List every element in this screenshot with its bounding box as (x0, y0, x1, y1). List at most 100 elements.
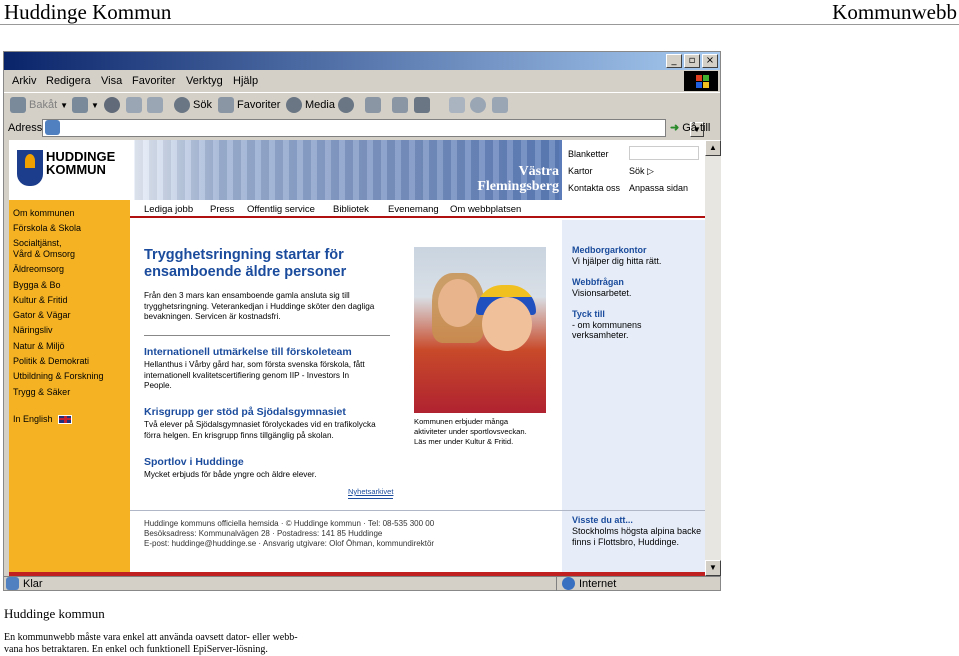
news-title-2[interactable]: Krisgrupp ger stöd på Sjödalsgymnasiet (144, 406, 346, 418)
topnav-lediga-jobb[interactable]: Lediga jobb (144, 204, 193, 215)
search-label: Sök (193, 99, 212, 111)
home-icon[interactable] (147, 97, 163, 113)
site-logo[interactable]: HUDDINGE KOMMUN (9, 140, 134, 200)
search-site-button[interactable]: Sök ▷ (629, 166, 654, 177)
favorites-label: Favoriter (237, 99, 281, 111)
windows-logo-icon (684, 71, 718, 91)
logo-line-2: KOMMUN (46, 162, 106, 177)
visste-line-2: finns i Flottsbro, Huddinge. (572, 537, 680, 547)
nav-aldreomsorg[interactable]: Äldreomsorg (13, 264, 64, 274)
media-button[interactable]: Media (286, 97, 335, 113)
link-anpassa[interactable]: Anpassa sidan (629, 183, 688, 193)
internet-globe-icon (562, 577, 575, 590)
discuss-icon[interactable] (449, 97, 465, 113)
topnav-bibliotek[interactable]: Bibliotek (333, 204, 369, 215)
back-arrow-icon (10, 97, 26, 113)
topnav-press[interactable]: Press (210, 204, 234, 215)
medborgarkontor-link[interactable]: Medborgarkontor (572, 245, 647, 255)
edit-icon[interactable] (414, 97, 430, 113)
caption-line-1: En kommunwebb måste vara enkel att använ… (4, 632, 298, 643)
topnav-evenemang[interactable]: Evenemang (388, 204, 439, 215)
nav-gator-vagar[interactable]: Gator & Vägar (13, 310, 71, 320)
nav-vard-omsorg[interactable]: Vård & Omsorg (13, 249, 75, 259)
webbfragan-link[interactable]: Webbfrågan (572, 277, 624, 287)
favorites-button[interactable]: Favoriter (218, 97, 280, 113)
search-button[interactable]: Sök (174, 97, 212, 113)
menu-arkiv[interactable]: Arkiv (12, 75, 36, 87)
go-button[interactable]: ➜ Gå till (670, 121, 711, 135)
menu-hjalp[interactable]: Hjälp (233, 75, 258, 87)
nav-bygga-bo[interactable]: Bygga & Bo (13, 280, 61, 290)
nav-socialtjanst[interactable]: Socialtjänst, (13, 238, 62, 248)
page-status-icon (6, 577, 19, 590)
link-kartor[interactable]: Kartor (568, 166, 593, 176)
caption-line-2: vana hos betraktaren. En enkel och funkt… (4, 644, 268, 655)
close-button[interactable]: × (702, 54, 718, 68)
status-bar: Klar Internet (4, 576, 720, 591)
lead-text: Från den 3 mars kan ensamboende gamla an… (144, 291, 404, 323)
address-label: Adress (8, 122, 43, 134)
menu-verktyg[interactable]: Verktyg (186, 75, 223, 87)
photo-caption-line-1: Kommunen erbjuder många (414, 417, 509, 426)
messenger-icon[interactable] (470, 97, 486, 113)
browser-toolbar: Bakåt ▼ ▼ Sök Favoriter Media (4, 92, 720, 116)
topnav-om-webbplatsen[interactable]: Om webbplatsen (450, 204, 521, 215)
nav-utbildning[interactable]: Utbildning & Forskning (13, 371, 104, 381)
media-label: Media (305, 99, 335, 111)
nav-naringsliv[interactable]: Näringsliv (13, 325, 53, 335)
uk-flag-icon (58, 415, 73, 425)
news-title-3[interactable]: Sportlov i Huddinge (144, 456, 244, 468)
nav-politik[interactable]: Politik & Demokrati (13, 356, 89, 366)
link-blanketter[interactable]: Blanketter (568, 149, 609, 159)
document-title: Huddinge Kommun (4, 0, 172, 24)
search-input[interactable] (629, 146, 699, 160)
link-kontakta[interactable]: Kontakta oss (568, 183, 620, 193)
vertical-scrollbar[interactable]: ▲ ▼ (705, 140, 721, 576)
lead-line-1: Från den 3 mars kan ensamboende gamla an… (144, 291, 350, 300)
address-bar: Adress ▼ ➜ Gå till (4, 118, 720, 138)
go-label: Gå till (682, 121, 711, 134)
main-headline[interactable]: Trygghetsringning startar för ensamboend… (144, 247, 394, 281)
nav-om-kommunen[interactable]: Om kommunen (13, 208, 75, 218)
nav-natur-miljo[interactable]: Natur & Miljö (13, 341, 65, 351)
news-title-1[interactable]: Internationell utmärkelse till förskolet… (144, 346, 352, 358)
research-icon[interactable] (492, 97, 508, 113)
news-archive-link[interactable]: Nyhetsarkivet (348, 487, 394, 499)
refresh-icon[interactable] (126, 97, 142, 113)
footer-line-2: Besöksadress: Kommunalvägen 28 · Postadr… (144, 529, 383, 538)
forward-button[interactable]: ▼ (72, 97, 99, 113)
caption-title: Huddinge kommun (4, 606, 105, 621)
visste-title[interactable]: Visste du att... (572, 515, 633, 525)
news-body-3: Mycket erbjuds för både yngre och äldre … (144, 470, 406, 481)
back-button[interactable]: Bakåt ▼ (10, 97, 68, 113)
document-section-title: Kommunwebb (832, 0, 957, 24)
print-icon[interactable] (392, 97, 408, 113)
favorites-icon (218, 97, 234, 113)
address-input[interactable]: ▼ (42, 119, 704, 137)
tyck-till-text-2: verksamheter. (572, 330, 629, 340)
menu-favoriter[interactable]: Favoriter (132, 75, 175, 87)
tyck-till-text-1: - om kommunens (572, 320, 642, 330)
nav-trygg[interactable]: Trygg & Säker (13, 387, 70, 397)
maximize-button[interactable]: ▫ (684, 54, 700, 68)
nav-kultur-fritid[interactable]: Kultur & Fritid (13, 295, 68, 305)
stop-icon[interactable] (104, 97, 120, 113)
news-1-line-2: internationell kvalitetscertifiering gen… (144, 370, 350, 380)
minimize-button[interactable]: _ (666, 54, 682, 68)
nav-forskola[interactable]: Förskola & Skola (13, 223, 81, 233)
nav-in-english[interactable]: In English (13, 414, 73, 425)
tyck-till-link[interactable]: Tyck till (572, 309, 605, 319)
window-titlebar: _ ▫ × (4, 52, 720, 70)
left-navigation: Om kommunen Förskola & Skola Socialtjäns… (9, 200, 130, 576)
menu-visa[interactable]: Visa (101, 75, 122, 87)
scroll-up-icon[interactable]: ▲ (705, 140, 721, 156)
news-3-line-1: Mycket erbjuds för både yngre och äldre … (144, 470, 317, 479)
menu-redigera[interactable]: Redigera (46, 75, 91, 87)
footer-line-1: Huddinge kommuns officiella hemsida · © … (144, 519, 435, 528)
topnav-offentlig-service[interactable]: Offentlig service (247, 204, 315, 215)
go-arrow-icon: ➜ (670, 122, 680, 134)
scroll-down-icon[interactable]: ▼ (705, 560, 721, 576)
crest-icon (17, 150, 43, 186)
history-icon[interactable] (338, 97, 354, 113)
mail-icon[interactable] (365, 97, 381, 113)
